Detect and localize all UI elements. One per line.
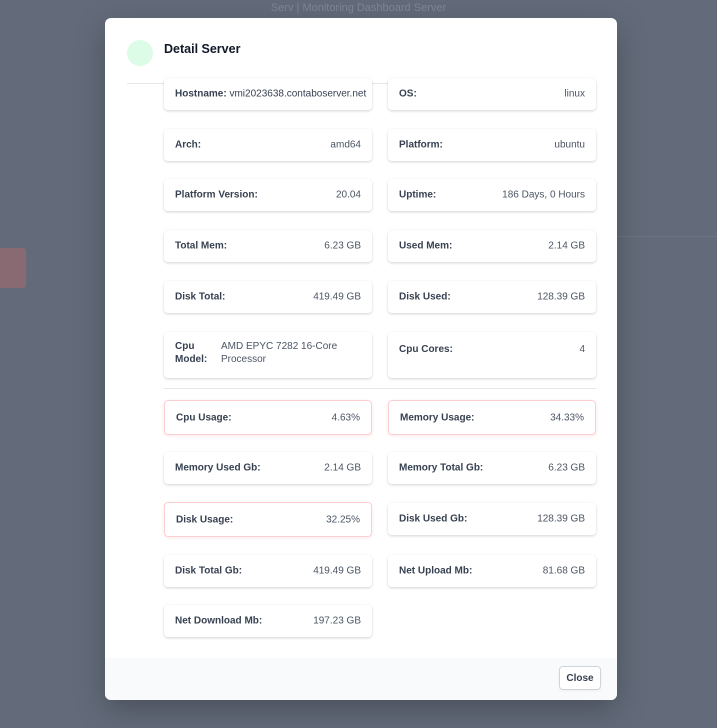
used-mem-label: Used Mem:	[399, 240, 453, 252]
cpu-usage-label: Cpu Usage:	[176, 412, 232, 423]
os-card: OS: linux	[388, 78, 596, 110]
memory-used-gb-value: 2.14 GB	[324, 462, 361, 474]
cpu-cores-label: Cpu Cores:	[399, 344, 453, 355]
disk-used-gb-label: Disk Used Gb:	[399, 513, 468, 525]
memory-usage-value: 34.33%	[550, 412, 584, 423]
disk-total-gb-label: Disk Total Gb:	[175, 565, 243, 577]
background-header-text: Serv | Monitoring Dashboard Server	[270, 2, 447, 14]
os-value: linux	[564, 88, 585, 100]
net-download-mb-label: Net Download Mb:	[175, 615, 263, 627]
platform-value: ubuntu	[554, 139, 585, 151]
total-mem-value: 6.23 GB	[324, 240, 361, 252]
disk-usage-card: Disk Usage: 32.25%	[164, 502, 372, 537]
disk-usage-label: Disk Usage:	[176, 514, 234, 525]
memory-total-gb-card: Memory Total Gb: 6.23 GB	[388, 452, 596, 484]
disk-total-gb-card: Disk Total Gb: 419.49 GB	[164, 555, 372, 587]
arch-label: Arch:	[175, 139, 202, 151]
net-upload-mb-label: Net Upload Mb:	[399, 565, 473, 577]
uptime-card: Uptime: 186 Days, 0 Hours	[388, 179, 596, 211]
cpu-usage-value: 4.63%	[331, 412, 360, 423]
arch-card: Arch: amd64	[164, 129, 372, 161]
memory-used-gb-label: Memory Used Gb:	[175, 462, 261, 474]
net-download-mb-card: Net Download Mb: 197.23 GB	[164, 605, 372, 637]
total-mem-label: Total Mem:	[175, 240, 228, 252]
disk-total-gb-value: 419.49 GB	[313, 565, 361, 577]
cpu-usage-card: Cpu Usage: 4.63%	[164, 400, 372, 435]
disk-total-card: Disk Total: 419.49 GB	[164, 281, 372, 313]
memory-total-gb-value: 6.23 GB	[548, 462, 585, 474]
disk-used-card: Disk Used: 128.39 GB	[388, 281, 596, 313]
cpu-cores-value: 4	[579, 344, 585, 355]
net-download-mb-value: 197.23 GB	[313, 615, 361, 627]
platform-card: Platform: ubuntu	[388, 129, 596, 161]
close-button[interactable]: Close	[559, 666, 601, 690]
background-divider	[617, 236, 717, 237]
used-mem-value: 2.14 GB	[548, 240, 585, 252]
cpu-cores-card: Cpu Cores: 4	[388, 332, 596, 378]
hostname-card: Hostname: vmi2023638.contaboserver.net	[164, 78, 372, 110]
disk-used-label: Disk Used:	[399, 291, 451, 303]
uptime-label: Uptime:	[399, 189, 437, 201]
modal-title: Detail Server	[164, 42, 241, 56]
cpu-model-value: AMD EPYC 7282 16-Core Processor	[221, 341, 338, 365]
memory-used-gb-card: Memory Used Gb: 2.14 GB	[164, 452, 372, 484]
platform-label: Platform:	[399, 139, 443, 151]
disk-used-gb-card: Disk Used Gb: 128.39 GB	[388, 503, 596, 535]
memory-usage-card: Memory Usage: 34.33%	[388, 400, 596, 435]
used-mem-card: Used Mem: 2.14 GB	[388, 230, 596, 262]
net-upload-mb-card: Net Upload Mb: 81.68 GB	[388, 555, 596, 587]
platform-version-value: 20.04	[335, 189, 361, 201]
platform-version-card: Platform Version: 20.04	[164, 179, 372, 211]
cpu-model-card: Cpu Model: AMD EPYC 7282 16-Core Process…	[164, 332, 372, 378]
total-mem-card: Total Mem: 6.23 GB	[164, 230, 372, 262]
disk-total-value: 419.49 GB	[313, 291, 361, 303]
hostname-label: Hostname: vmi2023638.contaboserver.net	[175, 88, 367, 100]
arch-value: amd64	[330, 139, 361, 151]
modal-footer: Close	[105, 658, 617, 700]
memory-total-gb-label: Memory Total Gb:	[399, 462, 484, 474]
server-status-indicator	[127, 40, 153, 66]
disk-total-label: Disk Total:	[175, 291, 226, 303]
disk-used-gb-value: 128.39 GB	[537, 513, 585, 525]
platform-version-label: Platform Version:	[175, 189, 258, 201]
uptime-value: 186 Days, 0 Hours	[502, 189, 585, 201]
disk-used-value: 128.39 GB	[537, 291, 585, 303]
cpu-model-label: Cpu Model:	[175, 341, 208, 365]
net-upload-mb-value: 81.68 GB	[542, 565, 585, 577]
background-chip	[0, 248, 26, 288]
section-divider	[164, 388, 596, 389]
disk-usage-value: 32.25%	[326, 514, 360, 525]
os-label: OS:	[399, 88, 417, 100]
memory-usage-label: Memory Usage:	[400, 412, 475, 423]
hostname-value: vmi2023638.contaboserver.net	[229, 88, 367, 100]
